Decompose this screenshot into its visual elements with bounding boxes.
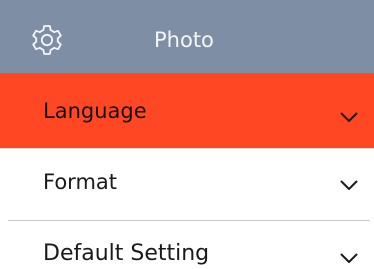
- menu-item-label: Default Setting: [43, 241, 210, 266]
- menu-item-language[interactable]: Language: [0, 74, 374, 149]
- gear-icon[interactable]: [30, 23, 64, 57]
- menu-item-label: Language: [43, 99, 147, 123]
- chevron-down-icon[interactable]: [340, 180, 358, 191]
- menu-item-format[interactable]: Format: [0, 149, 374, 220]
- chevron-down-icon[interactable]: [340, 112, 358, 123]
- header-bar: Photo: [0, 0, 374, 74]
- menu-item-default-setting[interactable]: Default Setting: [0, 221, 374, 269]
- menu-item-label: Format: [43, 170, 118, 194]
- header-title: Photo: [154, 28, 214, 52]
- settings-panel: Photo Language Format Default Setting: [0, 0, 374, 269]
- chevron-down-icon[interactable]: [340, 253, 358, 264]
